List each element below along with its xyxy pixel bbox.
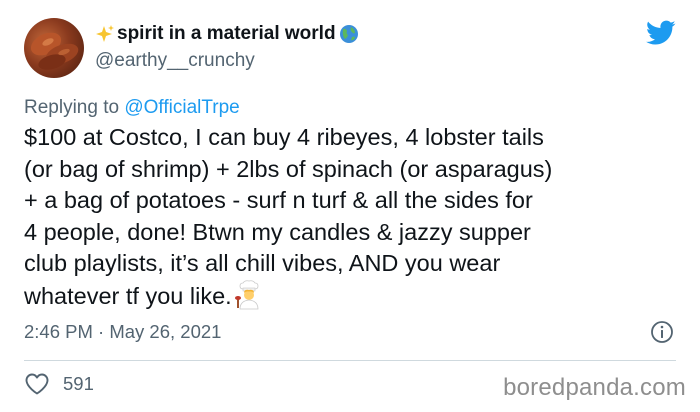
reply-prefix: Replying to (24, 97, 125, 118)
divider (24, 360, 676, 361)
tweet-text-line: 4 people, done! Btwn my candles & jazzy … (24, 218, 531, 245)
tweet-text-line: + a bag of potatoes - surf n turf & all … (24, 187, 533, 213)
watermark: boredpanda.com (503, 374, 686, 401)
tweet-text-line: (or bag of shrimp) + 2lbs of spinach (or… (24, 155, 553, 182)
info-icon[interactable] (650, 320, 674, 344)
sparkles-icon (96, 25, 114, 42)
globe-icon (339, 25, 358, 43)
reply-mention-link[interactable]: @OfficialTrpe (124, 97, 239, 118)
tweet-text-line-last: whatever tf you like. (24, 279, 684, 313)
tweet-text-line: club playlists, it’s all chill vibes, AN… (24, 250, 501, 276)
display-name[interactable]: spirit in a material world (95, 22, 359, 46)
avatar-food-photo (30, 32, 79, 70)
tweet-card: spirit in a material world @earthy__crun… (0, 0, 700, 412)
avatar[interactable] (24, 18, 84, 78)
reply-context: Replying to @OfficialTrpe (24, 96, 240, 120)
tweet-text-line: $100 at Costco, I can buy 4 ribeyes, 4 l… (24, 124, 544, 150)
tweet-text: $100 at Costco, I can buy 4 ribeyes, 4 l… (24, 122, 684, 312)
heart-icon[interactable] (24, 372, 50, 396)
like-action[interactable]: 591 (24, 372, 94, 396)
twitter-bird-icon[interactable] (646, 20, 676, 46)
display-name-text: spirit in a material world (117, 23, 336, 44)
like-count: 591 (63, 373, 94, 394)
tweet-text-line: whatever tf you like. (24, 282, 232, 309)
author-block: spirit in a material world @earthy__crun… (95, 22, 359, 73)
user-handle[interactable]: @earthy__crunchy (95, 49, 359, 73)
cook-emoji-icon (234, 279, 259, 309)
tweet-timestamp[interactable]: 2:46 PM · May 26, 2021 (24, 320, 221, 344)
